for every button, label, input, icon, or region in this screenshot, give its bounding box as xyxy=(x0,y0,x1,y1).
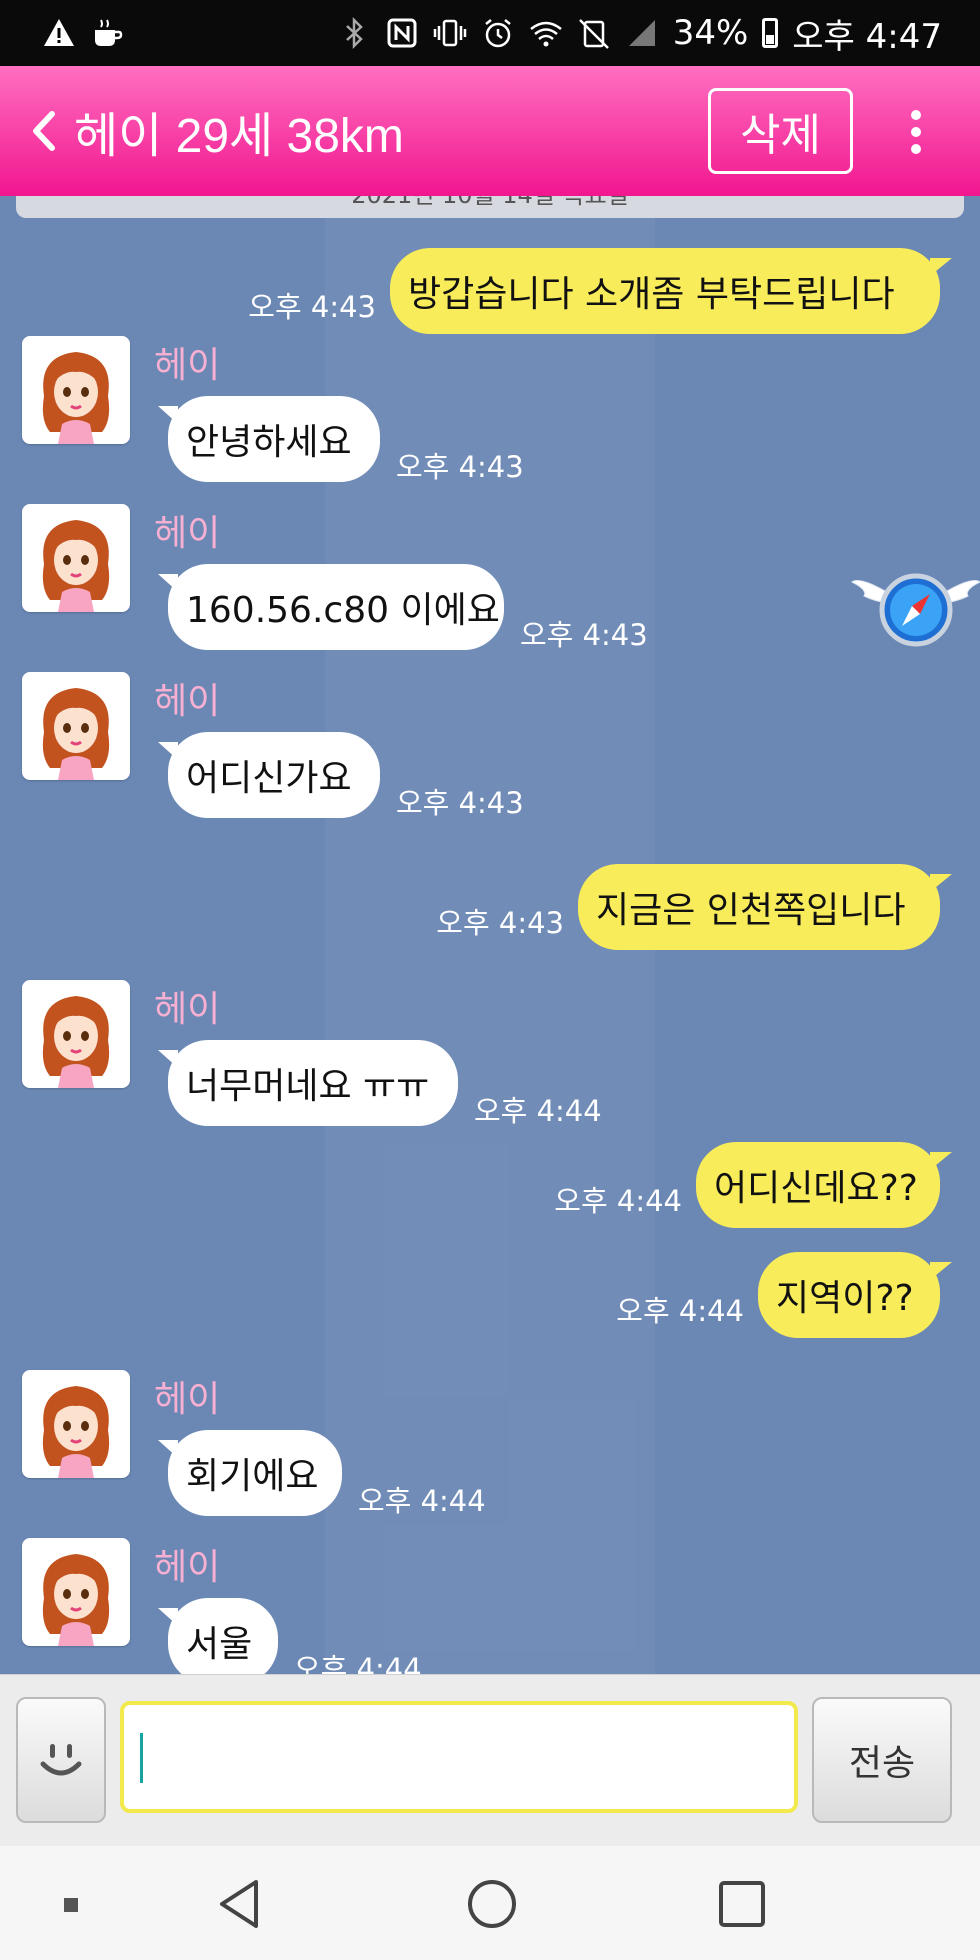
message-bubble[interactable]: 어디신가요 xyxy=(158,732,380,818)
more-vert-icon[interactable] xyxy=(898,104,934,160)
status-right: 34% 오후 4:47 xyxy=(337,8,942,58)
signal-icon xyxy=(625,16,659,50)
smiley-icon xyxy=(40,1744,82,1776)
composer-bar: 전송 xyxy=(0,1674,980,1846)
avatar[interactable] xyxy=(22,980,130,1088)
sender-name: 헤이 xyxy=(154,681,221,722)
nfc-icon xyxy=(385,16,419,50)
message-input[interactable] xyxy=(120,1701,798,1813)
alarm-icon xyxy=(481,16,515,50)
message-bubble[interactable]: 어디신데요?? xyxy=(696,1142,952,1228)
incoming-message: 헤이어디신가요오후 4:43 xyxy=(0,672,980,852)
data-off-icon xyxy=(577,16,611,50)
sender-name: 헤이 xyxy=(154,989,221,1030)
avatar[interactable] xyxy=(22,336,130,444)
sender-name: 헤이 xyxy=(154,1547,221,1588)
battery-icon xyxy=(762,18,779,48)
warning-icon xyxy=(42,16,76,50)
message-bubble[interactable]: 서울 xyxy=(158,1598,278,1674)
avatar[interactable] xyxy=(22,672,130,780)
nav-home-icon[interactable] xyxy=(462,1874,522,1934)
message-bubble[interactable]: 회기에요 xyxy=(158,1430,342,1516)
message-bubble[interactable]: 지역이?? xyxy=(758,1252,952,1338)
incoming-message: 헤이서울오후 4:44 xyxy=(0,1538,980,1674)
message-time: 오후 4:43 xyxy=(436,906,564,940)
message-bubble[interactable]: 안녕하세요 xyxy=(158,396,380,482)
incoming-message: 헤이너무머네요 ㅠㅠ 오후 4:44 xyxy=(0,980,980,1160)
message-time: 오후 4:44 xyxy=(294,1652,422,1674)
wifi-icon xyxy=(529,16,563,50)
bluetooth-icon xyxy=(337,16,371,50)
chat-title: 헤이 29세 38km xyxy=(74,110,404,163)
chat-area[interactable]: 2021년 10월 14일 목요일 방갑습니다 소개좀 부탁드립니다오후 4:4… xyxy=(0,196,980,1674)
coffee-icon xyxy=(90,16,124,50)
status-time: 오후 4:47 xyxy=(792,16,942,57)
message-bubble[interactable]: 지금은 인천쪽입니다 xyxy=(578,864,952,950)
delete-button[interactable]: 삭제 xyxy=(708,88,853,174)
sender-name: 헤이 xyxy=(154,345,221,386)
message-time: 오후 4:44 xyxy=(616,1294,744,1328)
avatar[interactable] xyxy=(22,1538,130,1646)
sender-name: 헤이 xyxy=(154,1379,221,1420)
incoming-message: 헤이안녕하세요오후 4:43 xyxy=(0,336,980,516)
send-button[interactable]: 전송 xyxy=(812,1697,952,1823)
message-time: 오후 4:43 xyxy=(520,618,648,652)
message-time: 오후 4:43 xyxy=(396,450,524,484)
compass-icon[interactable] xyxy=(850,564,980,654)
chat-header: 헤이 29세 38km 삭제 xyxy=(0,66,980,196)
message-time: 오후 4:44 xyxy=(358,1484,486,1518)
message-bubble[interactable]: 방갑습니다 소개좀 부탁드립니다 xyxy=(390,248,952,334)
message-time: 오후 4:43 xyxy=(248,290,376,324)
vibrate-icon xyxy=(433,16,467,50)
message-bubble[interactable]: 160.56.c80 이에요 xyxy=(158,564,504,650)
nav-overview-icon[interactable] xyxy=(712,1874,772,1934)
incoming-message: 헤이 160.56.c80 이에요오후 4:43 xyxy=(0,504,980,684)
text-cursor xyxy=(140,1733,143,1783)
sender-name: 헤이 xyxy=(154,513,221,554)
avatar[interactable] xyxy=(22,504,130,612)
emoji-button[interactable] xyxy=(16,1697,106,1823)
battery-percent: 34% xyxy=(672,13,749,53)
avatar[interactable] xyxy=(22,1370,130,1478)
message-time: 오후 4:44 xyxy=(474,1094,602,1128)
status-bar: 34% 오후 4:47 xyxy=(0,0,980,66)
message-time: 오후 4:44 xyxy=(554,1184,682,1218)
navigation-bar xyxy=(0,1846,980,1960)
message-bubble[interactable]: 너무머네요 ㅠㅠ xyxy=(158,1040,458,1126)
status-left xyxy=(42,12,124,54)
message-time: 오후 4:43 xyxy=(396,786,524,820)
date-divider: 2021년 10월 14일 목요일 xyxy=(16,196,964,218)
nav-recents-dot-icon[interactable] xyxy=(40,1874,100,1934)
incoming-message: 헤이회기에요오후 4:44 xyxy=(0,1370,980,1550)
back-icon[interactable] xyxy=(26,106,62,156)
nav-back-icon[interactable] xyxy=(210,1874,270,1934)
